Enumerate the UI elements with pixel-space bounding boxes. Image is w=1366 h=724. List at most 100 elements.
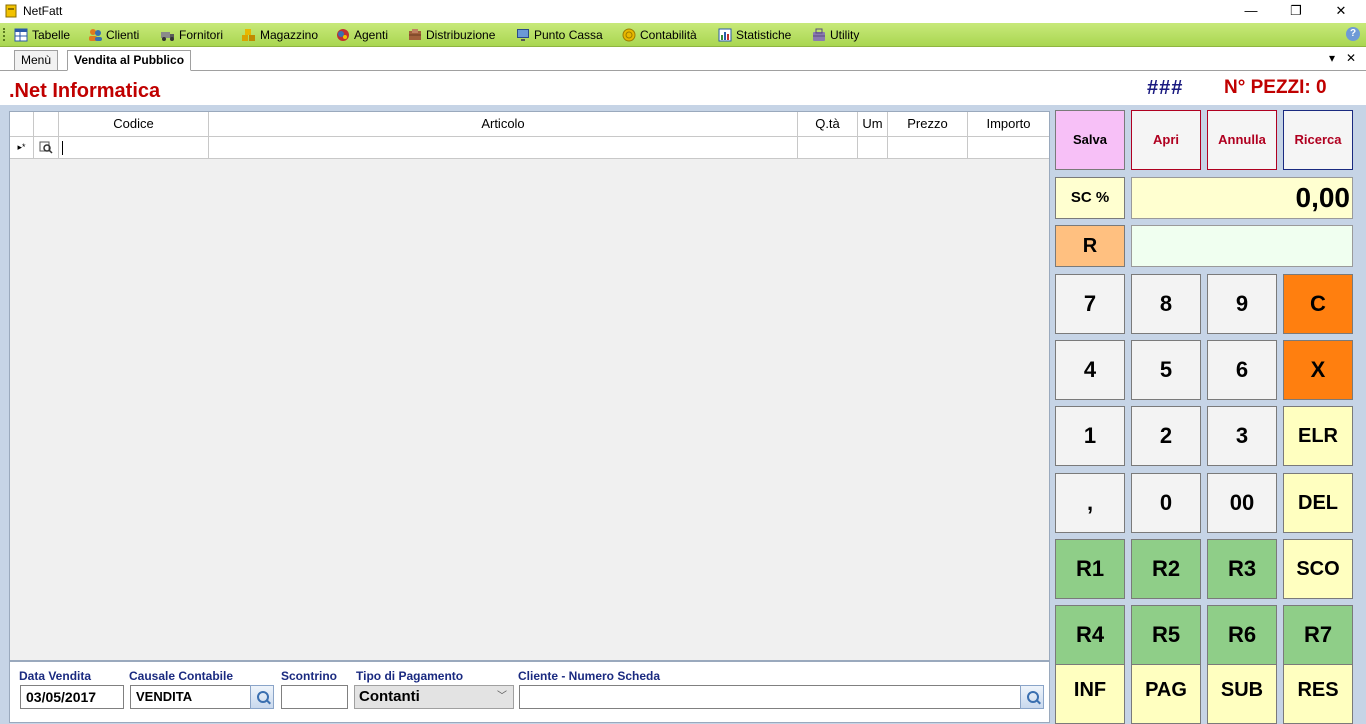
- cell-articolo[interactable]: [209, 137, 798, 158]
- r3-button[interactable]: R3: [1207, 539, 1277, 599]
- cliente-field[interactable]: [519, 685, 1021, 709]
- chart-icon: [718, 28, 732, 42]
- menu-agenti[interactable]: Agenti: [336, 27, 388, 43]
- menu-label: Agenti: [354, 28, 389, 42]
- delete-button[interactable]: DEL: [1283, 473, 1353, 533]
- pagamento-label: Tipo di Pagamento: [356, 669, 464, 683]
- discount-percent-button[interactable]: SC %: [1055, 177, 1125, 219]
- key-9[interactable]: 9: [1207, 274, 1277, 334]
- multiply-button[interactable]: X: [1283, 340, 1353, 400]
- causale-field[interactable]: VENDITA: [130, 685, 251, 709]
- causale-search-button[interactable]: [250, 685, 274, 709]
- key-4[interactable]: 4: [1055, 340, 1125, 400]
- grid-header-quantita[interactable]: Q.tà: [798, 112, 858, 136]
- main-content: Codice Articolo Q.tà Um Prezzo Importo ▸…: [0, 105, 1366, 724]
- tab-dropdown-icon[interactable]: ▾: [1329, 51, 1335, 65]
- tab-vendita-al-pubblico[interactable]: Vendita al Pubblico: [67, 50, 192, 71]
- r7-button[interactable]: R7: [1283, 605, 1353, 665]
- causale-label: Causale Contabile: [129, 669, 234, 683]
- menu-distribuzione[interactable]: Distribuzione: [408, 27, 495, 43]
- cell-importo[interactable]: [968, 137, 1049, 158]
- tab-strip: Menù Vendita al Pubblico ▾ ✕: [0, 47, 1366, 71]
- cell-prezzo[interactable]: [888, 137, 968, 158]
- menu-label: Tabelle: [32, 28, 71, 42]
- pagamento-select[interactable]: Contanti ﹀: [354, 685, 514, 709]
- menu-grip: [3, 28, 8, 41]
- cell-um[interactable]: [858, 137, 888, 158]
- key-comma[interactable]: ,: [1055, 473, 1125, 533]
- r1-button[interactable]: R1: [1055, 539, 1125, 599]
- grid-header-selector: [10, 112, 34, 136]
- grid-header-prezzo[interactable]: Prezzo: [888, 112, 968, 136]
- items-grid[interactable]: Codice Articolo Q.tà Um Prezzo Importo ▸…: [9, 111, 1050, 661]
- data-vendita-label: Data Vendita: [19, 669, 92, 683]
- sco-button[interactable]: SCO: [1283, 539, 1353, 599]
- app-icon: [5, 4, 17, 18]
- r-button[interactable]: R: [1055, 225, 1125, 267]
- menu-statistiche[interactable]: Statistiche: [718, 27, 791, 43]
- menu-label: Punto Cassa: [534, 28, 603, 42]
- res-button[interactable]: RES: [1283, 664, 1353, 724]
- menu-label: Distribuzione: [426, 28, 496, 42]
- text-caret: [62, 141, 63, 155]
- lookup-row-icon[interactable]: [39, 140, 53, 154]
- amount-display: 0,00: [1131, 177, 1353, 219]
- key-2[interactable]: 2: [1131, 406, 1201, 466]
- key-00[interactable]: 00: [1207, 473, 1277, 533]
- chevron-down-icon: ﹀: [497, 691, 507, 702]
- tab-menu[interactable]: Menù: [14, 50, 59, 70]
- pieces-counter: N° PEZZI: 0: [1224, 77, 1327, 98]
- help-icon[interactable]: ?: [1346, 27, 1360, 41]
- cell-quantita[interactable]: [798, 137, 858, 158]
- grid-header-um[interactable]: Um: [858, 112, 888, 136]
- menu-utility[interactable]: Utility: [812, 27, 859, 43]
- grid-header-importo[interactable]: Importo: [968, 112, 1049, 136]
- key-5[interactable]: 5: [1131, 340, 1201, 400]
- key-3[interactable]: 3: [1207, 406, 1277, 466]
- minimize-button[interactable]: —: [1228, 0, 1274, 22]
- apri-button[interactable]: Apri: [1131, 110, 1201, 170]
- table-row[interactable]: ▸*: [10, 137, 1049, 159]
- secondary-display: [1131, 225, 1353, 267]
- grid-header-codice[interactable]: Codice: [59, 112, 209, 136]
- pagamento-value: Contanti: [359, 688, 420, 705]
- distribution-icon: [409, 29, 421, 40]
- r4-button[interactable]: R4: [1055, 605, 1125, 665]
- r2-button[interactable]: R2: [1131, 539, 1201, 599]
- key-1[interactable]: 1: [1055, 406, 1125, 466]
- sub-button[interactable]: SUB: [1207, 664, 1277, 724]
- menu-label: Clienti: [106, 28, 140, 42]
- close-window-button[interactable]: ✕: [1318, 0, 1364, 22]
- cliente-search-button[interactable]: [1020, 685, 1044, 709]
- clear-button[interactable]: C: [1283, 274, 1353, 334]
- annulla-button[interactable]: Annulla: [1207, 110, 1277, 170]
- ricerca-button[interactable]: Ricerca: [1283, 110, 1353, 170]
- row-action-cell[interactable]: [34, 137, 59, 158]
- key-8[interactable]: 8: [1131, 274, 1201, 334]
- grid-header-articolo[interactable]: Articolo: [209, 112, 798, 136]
- r5-button[interactable]: R5: [1131, 605, 1201, 665]
- users-icon: [89, 29, 102, 41]
- menu-magazzino[interactable]: Magazzino: [242, 27, 318, 43]
- menu-contabilita[interactable]: Contabilità: [622, 27, 697, 43]
- scontrino-field[interactable]: [281, 685, 348, 709]
- data-vendita-field[interactable]: 03/05/2017: [20, 685, 124, 709]
- salva-button[interactable]: Salva: [1055, 110, 1125, 170]
- r6-button[interactable]: R6: [1207, 605, 1277, 665]
- menu-fornitori[interactable]: Fornitori: [161, 27, 223, 43]
- menu-punto-cassa[interactable]: Punto Cassa: [516, 27, 603, 43]
- elr-button[interactable]: ELR: [1283, 406, 1353, 466]
- pag-button[interactable]: PAG: [1131, 664, 1201, 724]
- maximize-button[interactable]: ❐: [1273, 0, 1319, 22]
- key-7[interactable]: 7: [1055, 274, 1125, 334]
- window-title: NetFatt: [23, 4, 63, 18]
- cell-codice[interactable]: [59, 137, 209, 158]
- key-0[interactable]: 0: [1131, 473, 1201, 533]
- company-name: .Net Informatica: [9, 80, 161, 102]
- menu-label: Magazzino: [260, 28, 319, 42]
- tab-close-icon[interactable]: ✕: [1346, 51, 1356, 65]
- inf-button[interactable]: INF: [1055, 664, 1125, 724]
- key-6[interactable]: 6: [1207, 340, 1277, 400]
- menu-clienti[interactable]: Clienti: [88, 27, 139, 43]
- menu-tabelle[interactable]: Tabelle: [14, 27, 70, 43]
